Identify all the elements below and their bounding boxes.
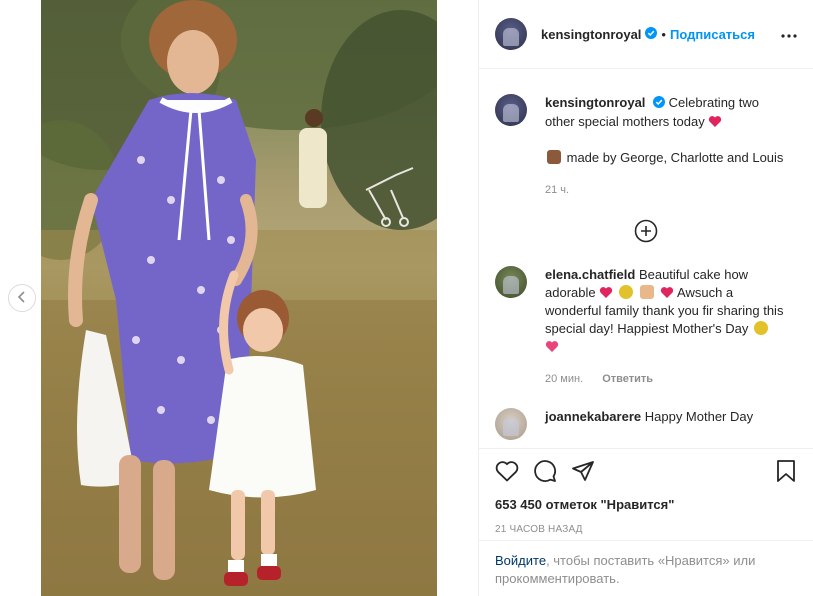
- comment-time: 20 мин.: [545, 372, 584, 385]
- comment-body: joannekabarere Happy Mother Day: [545, 408, 785, 440]
- like-heart-icon[interactable]: [495, 460, 519, 485]
- caption-text-2: made by George, Charlotte and Louis: [566, 149, 784, 165]
- comment-text: Happy Mother Day: [644, 408, 754, 424]
- bouquet-emoji-icon: [618, 284, 633, 299]
- heart-emoji-icon: [599, 285, 613, 300]
- comments-list[interactable]: kensingtonroyal Celebrating two other sp…: [479, 70, 813, 448]
- comment-row: joannekabarere Happy Mother Day: [479, 407, 813, 440]
- avatar[interactable]: [495, 407, 527, 440]
- likes-count[interactable]: 653 450 отметок "Нравится": [495, 497, 797, 512]
- caption-row: kensingtonroyal Celebrating two other sp…: [479, 70, 813, 199]
- caption-username[interactable]: kensingtonroyal: [545, 95, 645, 110]
- follow-button[interactable]: Подписаться: [670, 27, 755, 42]
- separator-dot: •: [661, 26, 666, 42]
- post-side-panel: kensingtonroyal • Подписаться kensington…: [479, 0, 813, 596]
- comment-row: elena.chatfield Beautiful cake how adora…: [479, 265, 813, 388]
- post-photo[interactable]: [41, 0, 437, 596]
- verified-badge-icon: [653, 95, 666, 113]
- reply-button[interactable]: Ответить: [602, 373, 653, 385]
- share-paper-plane-icon[interactable]: [571, 459, 595, 486]
- avatar[interactable]: [495, 18, 527, 50]
- comment-bubble-icon[interactable]: [533, 459, 557, 486]
- post-timestamp[interactable]: 21 ЧАСОВ НАЗАД: [495, 524, 797, 535]
- post-actions: 653 450 отметок "Нравится" 21 ЧАСОВ НАЗА…: [479, 448, 813, 535]
- cake-emoji-icon: [547, 149, 561, 164]
- verified-badge-icon: [645, 26, 658, 42]
- plus-circle-icon: [634, 219, 658, 246]
- chevron-left-icon: [17, 290, 27, 306]
- red-heart-emoji-icon: [708, 114, 722, 129]
- bouquet-emoji-icon: [753, 320, 768, 335]
- folded-hands-emoji-icon: [640, 284, 655, 299]
- previous-slide-button[interactable]: [8, 284, 36, 312]
- avatar[interactable]: [495, 94, 527, 126]
- login-link[interactable]: Войдите: [495, 553, 546, 568]
- caption-time: 21 ч.: [545, 183, 570, 196]
- two-hearts-emoji-icon: [545, 339, 559, 354]
- post-media-area: [0, 0, 479, 596]
- save-bookmark-icon[interactable]: [775, 459, 797, 486]
- login-prompt: Войдите, чтобы поставить «Нравится» или …: [479, 540, 813, 596]
- comment-body: elena.chatfield Beautiful cake how adora…: [545, 266, 785, 388]
- comment-username[interactable]: elena.chatfield: [545, 267, 635, 282]
- more-horizontal-icon[interactable]: [781, 26, 797, 41]
- avatar[interactable]: [495, 265, 527, 298]
- header-username[interactable]: kensingtonroyal: [541, 27, 641, 42]
- caption-body: kensingtonroyal Celebrating two other sp…: [545, 94, 785, 199]
- post-header: kensingtonroyal • Подписаться: [479, 0, 813, 69]
- comment-username[interactable]: joannekabarere: [545, 409, 641, 424]
- load-more-comments-button[interactable]: [479, 219, 813, 246]
- photo-illustration: [41, 0, 437, 596]
- heart-emoji-icon: [660, 285, 674, 300]
